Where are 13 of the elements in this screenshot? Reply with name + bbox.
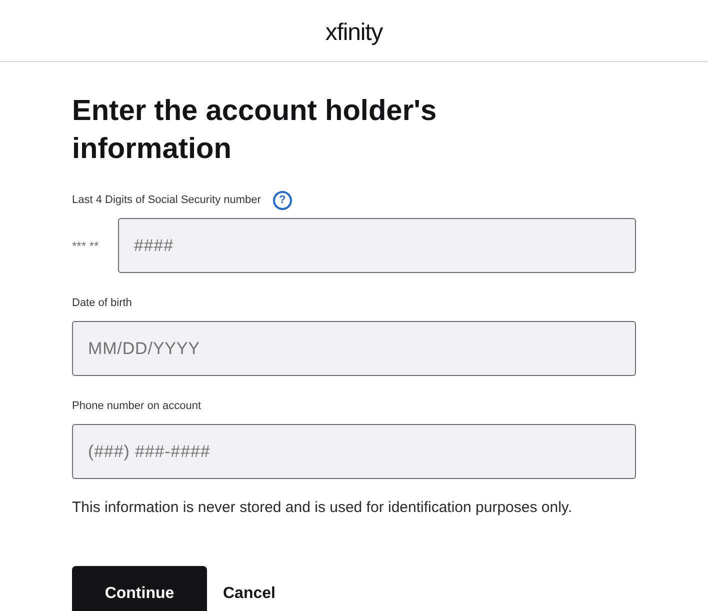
input-field[interactable]: (###) ###-#### [72,424,636,479]
help-icon[interactable]: ? [272,190,292,210]
continue-button[interactable]: Continue [72,566,207,611]
field-label: Date of birth [72,296,132,311]
cancel-button[interactable]: Cancel [223,582,276,606]
page-heading: Enter the account holder's information [72,94,438,167]
masked-digits: *** ** [72,238,100,254]
input-field[interactable]: MM/DD/YYYY [72,321,636,376]
privacy-note: This information is never stored and is used for identification purposes only. [72,498,573,518]
field-label: Last 4 Digits of Social Security number [72,192,261,208]
field-label: Phone number on account [72,398,202,414]
logo: xfinity [325,18,383,48]
ssn-field[interactable]: #### [118,218,636,273]
